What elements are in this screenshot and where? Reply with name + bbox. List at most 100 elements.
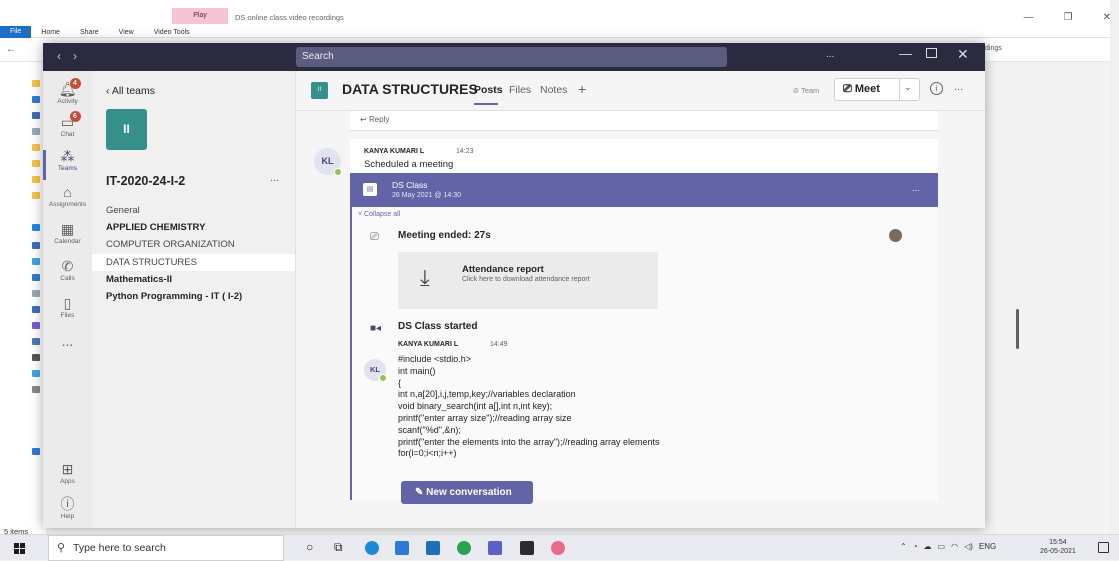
folder-icon[interactable]: [32, 258, 40, 265]
battery-icon[interactable]: ▭: [938, 542, 946, 551]
edge-icon[interactable]: [365, 541, 379, 555]
team-name[interactable]: IT-2020-24-I-2: [106, 174, 185, 188]
avatar[interactable]: KL: [314, 148, 342, 176]
attendance-report-card[interactable]: ⤓ Attendance report Click here to downlo…: [398, 252, 658, 309]
desktop-icon[interactable]: [32, 274, 40, 281]
more-icon[interactable]: ...: [954, 81, 963, 93]
tab-files[interactable]: Files: [509, 84, 531, 96]
team-button[interactable]: ⊘ Team: [783, 81, 829, 100]
notification-icon[interactable]: [1098, 542, 1109, 553]
channel-applied-chemistry[interactable]: APPLIED CHEMISTRY: [92, 219, 295, 236]
app-icon[interactable]: [551, 541, 565, 555]
ribbon-tab-view[interactable]: View: [109, 29, 144, 36]
ribbon-tab-file[interactable]: File: [0, 26, 32, 38]
clock[interactable]: 15:54 26-05-2021: [1040, 538, 1076, 556]
reply-link[interactable]: ↩ Reply: [360, 115, 389, 124]
music-icon[interactable]: [32, 322, 40, 329]
minimize-icon[interactable]: —: [899, 46, 912, 61]
app-icon[interactable]: [520, 541, 534, 555]
channel-computer-organization[interactable]: COMPUTER ORGANIZATION: [92, 236, 295, 253]
rail-item-calls[interactable]: ✆ Calls: [43, 258, 92, 282]
teams-taskbar-icon[interactable]: [488, 541, 502, 555]
chevron-down-icon[interactable]: ⌄: [904, 82, 912, 93]
system-tray[interactable]: ⌃ ◔ ☁ ▭ ◠ ◁) ENG: [900, 542, 996, 551]
download-icon[interactable]: [32, 112, 40, 119]
rail-item-teams[interactable]: ⁂ Teams: [43, 148, 92, 180]
rail-item-assignments[interactable]: ⌂ Assignments: [43, 184, 92, 208]
download-icon[interactable]: [32, 306, 40, 313]
onedrive-icon[interactable]: ☁: [924, 542, 932, 551]
rail-item-files[interactable]: ▯ Files: [43, 295, 92, 319]
reply-bar[interactable]: ↩ Reply: [350, 111, 938, 131]
rail-item-help[interactable]: ⓘ Help: [43, 496, 92, 520]
store-icon[interactable]: [395, 541, 409, 555]
meeting-card[interactable]: ▤ DS Class 26 May 2021 @ 14:30 ...: [350, 173, 938, 207]
rail-item-apps[interactable]: ⊞ Apps: [43, 461, 92, 485]
task-view-icon[interactable]: ⧉: [334, 540, 343, 555]
folder-icon[interactable]: [32, 80, 40, 87]
taskbar-search[interactable]: ⚲ Type here to search: [48, 535, 284, 561]
maximize-icon[interactable]: [926, 48, 937, 58]
chrome-icon[interactable]: [457, 541, 471, 555]
channel-mathematics-ii[interactable]: Mathematics-II: [92, 271, 295, 288]
pictures-icon[interactable]: [32, 338, 40, 345]
network-icon[interactable]: [32, 448, 40, 455]
search-input[interactable]: Search: [296, 47, 727, 67]
collapse-all-link[interactable]: ˅ Collapse all: [358, 211, 400, 218]
folder-icon[interactable]: [32, 160, 40, 167]
tab-posts[interactable]: Posts: [474, 84, 503, 96]
back-arrow-icon[interactable]: ←: [6, 44, 16, 55]
folder-icon[interactable]: [32, 96, 40, 103]
nav-arrows[interactable]: ‹›: [57, 49, 89, 63]
ribbon-tab-home[interactable]: Home: [31, 29, 70, 36]
network-icon[interactable]: ◔: [913, 542, 918, 551]
document-icon[interactable]: [32, 290, 40, 297]
all-teams-link[interactable]: ‹ All teams: [106, 85, 155, 97]
restore-icon[interactable]: ❐: [1064, 12, 1073, 23]
folder-icon[interactable]: [32, 144, 40, 151]
ribbon-tab-video-tools[interactable]: Video Tools: [144, 29, 200, 36]
channel-python-programming[interactable]: Python Programming - IT ( I-2): [92, 288, 295, 305]
meet-button[interactable]: ⎚ Meet ⌄: [834, 78, 920, 101]
volume-icon[interactable]: ◁): [964, 542, 973, 551]
folder-icon[interactable]: [32, 192, 40, 199]
videos-icon[interactable]: [32, 354, 40, 361]
cortana-icon[interactable]: ○: [306, 540, 313, 554]
explorer-scrollbar[interactable]: [1110, 0, 1119, 534]
wifi-icon[interactable]: ◠: [951, 542, 958, 551]
onedrive-icon[interactable]: [32, 224, 40, 231]
attendee-avatar[interactable]: [889, 229, 902, 242]
more-options-icon[interactable]: ...: [826, 49, 834, 60]
avatar[interactable]: KL: [364, 359, 387, 382]
rail-item-calendar[interactable]: ▦ Calendar: [43, 221, 92, 245]
add-tab-icon[interactable]: +: [578, 81, 586, 97]
minimize-icon[interactable]: —: [1024, 12, 1034, 23]
team-more-icon[interactable]: ...: [270, 172, 279, 184]
document-icon[interactable]: [32, 128, 40, 135]
back-icon[interactable]: ‹: [57, 49, 73, 63]
new-conversation-button[interactable]: ✎ New conversation: [401, 481, 533, 504]
close-icon[interactable]: ✕: [957, 46, 969, 63]
info-icon[interactable]: i: [930, 82, 943, 95]
rail-item-activity[interactable]: 🔔︎ 4 Activity: [43, 78, 92, 105]
channel-data-structures[interactable]: DATA STRUCTURES: [92, 254, 295, 271]
pc-icon[interactable]: [32, 242, 40, 249]
tab-notes[interactable]: Notes: [540, 84, 567, 96]
conversation-scrollbar[interactable]: [1016, 309, 1019, 349]
ribbon-tab-share[interactable]: Share: [70, 29, 109, 36]
explorer-window-controls[interactable]: — ❐ ✕: [1024, 12, 1111, 23]
language-indicator[interactable]: ENG: [979, 542, 996, 551]
rail-more-apps[interactable]: ...: [43, 333, 92, 349]
channel-main: II DATA STRUCTURES Posts Files Notes + ⊘…: [296, 71, 1019, 528]
drive-icon[interactable]: [32, 386, 40, 393]
mail-icon[interactable]: [426, 541, 440, 555]
drive-icon[interactable]: [32, 370, 40, 377]
meeting-more-icon[interactable]: ...: [912, 183, 920, 193]
play-tab[interactable]: Play: [172, 8, 228, 24]
chevron-up-icon[interactable]: ⌃: [900, 542, 907, 551]
channel-general[interactable]: General: [92, 202, 295, 219]
forward-icon[interactable]: ›: [73, 49, 89, 63]
folder-icon[interactable]: [32, 176, 40, 183]
windows-start-icon[interactable]: [14, 543, 25, 554]
rail-item-chat[interactable]: ▭ 6 Chat: [43, 111, 92, 138]
